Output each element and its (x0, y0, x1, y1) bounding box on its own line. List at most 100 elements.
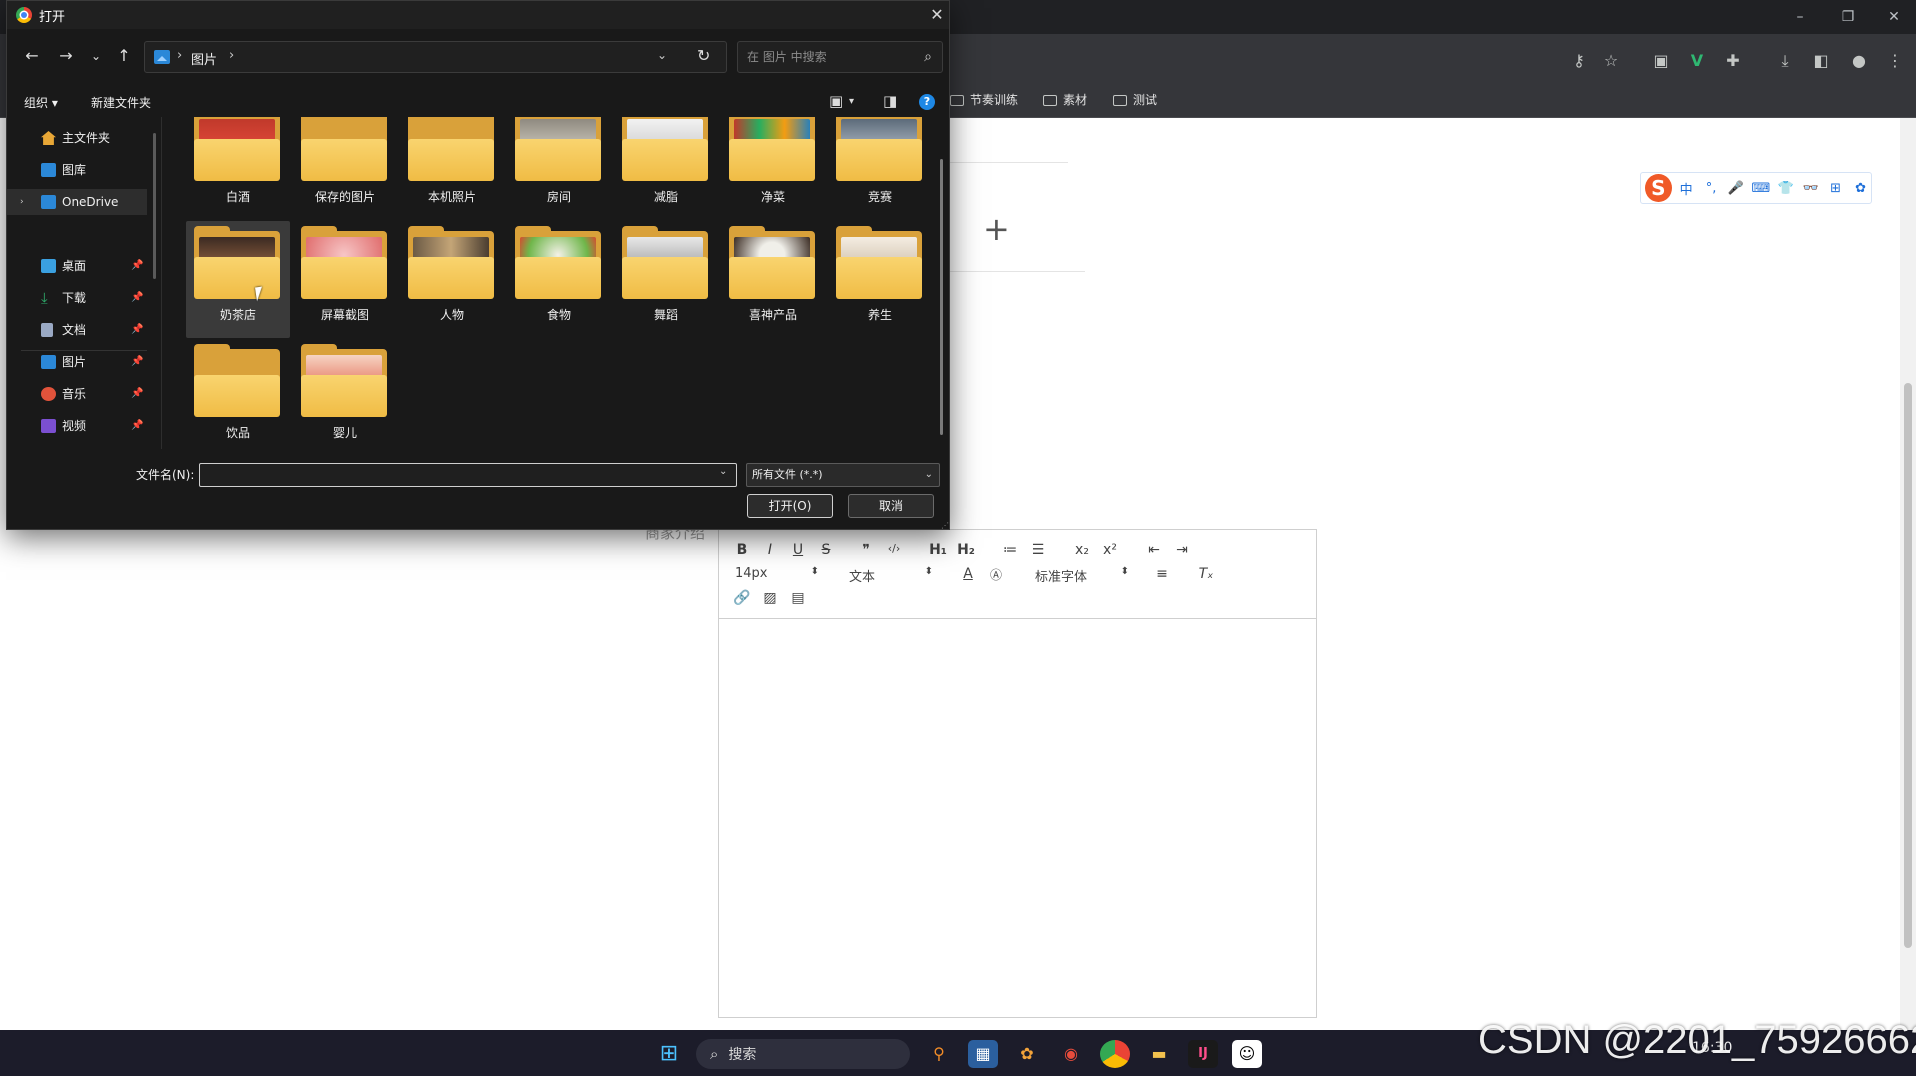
nav-scrollbar[interactable] (153, 133, 156, 279)
folder-item[interactable]: 净菜 (721, 117, 825, 220)
new-folder-button[interactable]: 新建文件夹 (91, 94, 151, 111)
chevron-down-icon[interactable]: ▾ (849, 96, 854, 107)
address-bar[interactable]: › 图片 › ⌄ ↻ (144, 41, 727, 73)
paw-app-icon[interactable]: ✿ (1012, 1040, 1042, 1068)
side-panel-icon[interactable]: ◧ (1808, 48, 1834, 74)
preview-pane-icon[interactable]: ◨ (883, 92, 897, 110)
image-icon[interactable]: ▨ (759, 590, 781, 606)
nav-item-gallery[interactable]: 图库 (7, 157, 147, 183)
jetbrains-icon[interactable]: IJ (1188, 1040, 1218, 1068)
ordered-list-button[interactable]: ≔ (999, 542, 1021, 558)
outdent-button[interactable]: ⇤ (1143, 542, 1165, 558)
nav-item-onedrive[interactable]: › OneDrive (7, 189, 147, 215)
file-grid-scrollbar[interactable] (940, 159, 943, 435)
back-arrow-icon[interactable]: ← (21, 45, 43, 67)
folder-item[interactable]: 人物 (400, 221, 504, 338)
scrollbar-thumb[interactable] (1904, 383, 1912, 948)
folder-item[interactable]: 食物 (507, 221, 611, 338)
download-icon[interactable]: ⤓ (1772, 48, 1798, 74)
open-button[interactable]: 打开(O) (747, 494, 833, 518)
pin-icon[interactable]: 📌 (131, 253, 143, 279)
underline-button[interactable]: U (787, 542, 809, 558)
bookmark-item[interactable]: 节奏训练 (950, 88, 1018, 112)
code-block-button[interactable]: ‹/› (883, 542, 905, 555)
control-panel-icon[interactable]: ▦ (968, 1040, 998, 1068)
chevron-right-icon[interactable]: › (20, 189, 24, 215)
folder-item[interactable]: 减脂 (614, 117, 718, 220)
ime-skin-icon[interactable]: 👕 (1775, 181, 1796, 196)
chevron-down-icon[interactable]: ⌄ (657, 48, 667, 62)
avatar[interactable]: ● (1846, 48, 1872, 74)
bookmark-item[interactable]: 素材 (1043, 88, 1087, 112)
nav-item-music[interactable]: 音乐 📌 (7, 381, 147, 407)
folder-item[interactable]: 屏幕截图 (293, 221, 397, 338)
window-close-button[interactable]: ✕ (1880, 6, 1908, 28)
puzzle-icon[interactable]: ✚ (1720, 48, 1746, 74)
ime-punctuation-icon[interactable]: °, (1701, 181, 1722, 196)
subscript-button[interactable]: x₂ (1071, 542, 1093, 558)
bookmark-item[interactable]: 测试 (1113, 88, 1157, 112)
forward-arrow-icon[interactable]: → (55, 45, 77, 67)
bold-button[interactable]: B (731, 542, 753, 558)
pin-icon[interactable]: 📌 (131, 317, 143, 343)
windows-start-icon[interactable]: ⊞ (654, 1040, 684, 1068)
taskbar-search[interactable]: ⌕ 搜索 (696, 1039, 910, 1069)
recent-locations-icon[interactable]: ⌄ (85, 45, 107, 67)
filename-input[interactable] (199, 463, 737, 487)
refresh-icon[interactable]: ↻ (697, 46, 710, 65)
nav-item-pictures[interactable]: 图片 📌 (7, 349, 147, 375)
font-family-select[interactable]: 标准字体 ⬍ (1035, 566, 1129, 585)
ime-language-icon[interactable]: 中 (1676, 179, 1697, 198)
indent-button[interactable]: ⇥ (1171, 542, 1193, 558)
font-size-select[interactable]: 14px ⬍ (735, 566, 819, 581)
filetype-select[interactable]: 所有文件 (*.*) ⌄ (746, 463, 940, 487)
folder-item[interactable]: 保存的图片 (293, 117, 397, 220)
clear-format-icon[interactable]: Tₓ (1195, 566, 1217, 582)
folder-item[interactable]: 舞蹈 (614, 221, 718, 338)
font-color-icon[interactable]: A (957, 566, 979, 582)
strike-button[interactable]: S (815, 542, 837, 558)
bullet-list-button[interactable]: ☰ (1027, 542, 1049, 558)
up-arrow-icon[interactable]: ↑ (113, 45, 135, 67)
nav-item-home[interactable]: 主文件夹 (7, 125, 147, 151)
nav-item-documents[interactable]: 文档 📌 (7, 317, 147, 343)
folder-item[interactable]: 奶茶店 (186, 221, 290, 338)
breadcrumb[interactable]: 图片 (191, 49, 217, 68)
block-type-select[interactable]: 文本 ⬍ (849, 566, 933, 585)
extension-icon[interactable]: ▣ (1648, 48, 1674, 74)
cancel-button[interactable]: 取消 (848, 494, 934, 518)
pin-icon[interactable]: 📌 (131, 413, 143, 439)
bookmark-star-icon[interactable]: ☆ (1598, 48, 1624, 74)
ime-voice-icon[interactable]: 🎤 (1725, 181, 1746, 196)
link-icon[interactable]: 🔗 (731, 590, 753, 606)
superscript-button[interactable]: x² (1099, 542, 1121, 558)
nav-item-downloads[interactable]: ⤓ 下载 📌 (7, 285, 147, 311)
vue-devtools-icon[interactable]: V (1684, 48, 1710, 74)
ime-toolbox-icon[interactable]: ⊞ (1825, 181, 1846, 196)
netease-music-icon[interactable]: ◉ (1056, 1040, 1086, 1068)
folder-item[interactable]: 房间 (507, 117, 611, 220)
qq-icon[interactable]: ☺ (1232, 1040, 1262, 1068)
pin-icon[interactable]: 📌 (131, 349, 143, 375)
minimize-button[interactable]: – (1786, 6, 1814, 28)
more-menu-icon[interactable]: ⋮ (1882, 48, 1908, 74)
italic-button[interactable]: I (759, 542, 781, 558)
video-icon[interactable]: ▤ (787, 590, 809, 606)
blockquote-button[interactable]: ❞ (855, 542, 877, 558)
folder-item[interactable]: 婴儿 (293, 339, 397, 449)
resize-grip-icon[interactable]: ⋰ (941, 521, 949, 530)
align-icon[interactable]: ≡ (1151, 566, 1173, 582)
folder-item[interactable]: 本机照片 (400, 117, 504, 220)
restore-button[interactable]: ❐ (1834, 6, 1862, 28)
folder-item[interactable]: 竞赛 (828, 117, 932, 220)
heading2-button[interactable]: H₂ (955, 542, 977, 558)
search-app-icon[interactable]: ⚲ (924, 1040, 954, 1068)
chevron-down-icon[interactable]: ⌄ (719, 466, 727, 477)
chrome-icon[interactable] (1100, 1040, 1130, 1068)
close-icon[interactable]: ✕ (925, 3, 949, 27)
help-icon[interactable]: ? (919, 94, 935, 110)
nav-item-desktop[interactable]: 桌面 📌 (7, 253, 147, 279)
password-key-icon[interactable]: ⚷ (1566, 48, 1592, 74)
upload-plus-icon[interactable]: + (983, 210, 1010, 248)
folder-item[interactable]: 饮品 (186, 339, 290, 449)
